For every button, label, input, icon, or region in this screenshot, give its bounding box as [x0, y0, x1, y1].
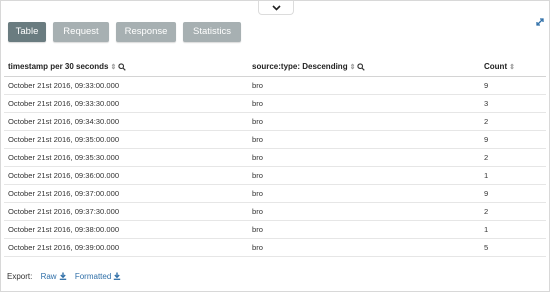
source-type-cell: bro [248, 148, 480, 167]
table-row: October 21st 2016, 09:35:30.000 bro 2 [4, 148, 546, 167]
table-row: October 21st 2016, 09:33:00.000 bro 9 [4, 76, 546, 95]
table-row: October 21st 2016, 09:36:00.000 bro 1 [4, 166, 546, 185]
data-table: timestamp per 30 seconds ⇕ source:type: D… [4, 56, 546, 257]
export-bar: Export: Raw Formatted [7, 272, 121, 281]
visualization-panel: Table Request Response Statistics timest… [0, 0, 550, 292]
timestamp-cell: October 21st 2016, 09:37:00.000 [4, 184, 248, 203]
source-type-cell: bro [248, 238, 480, 257]
download-icon [114, 272, 121, 280]
column-header-label: Count [484, 61, 508, 71]
table-row: October 21st 2016, 09:33:30.000 bro 3 [4, 94, 546, 113]
tab-request[interactable]: Request [53, 22, 109, 42]
expand-icon[interactable] [535, 17, 545, 27]
timestamp-cell: October 21st 2016, 09:35:00.000 [4, 130, 248, 149]
timestamp-cell: October 21st 2016, 09:33:30.000 [4, 94, 248, 113]
source-type-cell: bro [248, 166, 480, 185]
timestamp-cell: October 21st 2016, 09:34:30.000 [4, 112, 248, 131]
count-cell: 9 [480, 184, 546, 203]
tab-statistics[interactable]: Statistics [183, 22, 241, 42]
download-icon [59, 272, 66, 280]
table-row: October 21st 2016, 09:39:00.000 bro 5 [4, 238, 546, 257]
timestamp-cell: October 21st 2016, 09:38:00.000 [4, 220, 248, 239]
column-header-timestamp[interactable]: timestamp per 30 seconds ⇕ [4, 56, 248, 77]
export-formatted-link[interactable]: Formatted [75, 272, 121, 281]
table-header-row: timestamp per 30 seconds ⇕ source:type: D… [4, 56, 546, 77]
table-row: October 21st 2016, 09:38:00.000 bro 1 [4, 220, 546, 239]
column-header-count[interactable]: Count ⇕ [480, 56, 546, 77]
chevron-down-icon [271, 4, 281, 11]
table-row: October 21st 2016, 09:34:30.000 bro 2 [4, 112, 546, 131]
count-cell: 1 [480, 220, 546, 239]
source-type-cell: bro [248, 202, 480, 221]
sort-icon[interactable]: ⇕ [350, 64, 356, 71]
timestamp-cell: October 21st 2016, 09:35:30.000 [4, 148, 248, 167]
source-type-cell: bro [248, 184, 480, 203]
count-cell: 2 [480, 202, 546, 221]
column-header-label: source:type: Descending [252, 61, 348, 71]
export-formatted-label: Formatted [74, 272, 112, 281]
source-type-cell: bro [248, 112, 480, 131]
magnifier-icon[interactable] [118, 62, 127, 71]
tab-response[interactable]: Response [116, 22, 176, 42]
count-cell: 9 [480, 76, 546, 95]
timestamp-cell: October 21st 2016, 09:36:00.000 [4, 166, 248, 185]
magnifier-icon[interactable] [357, 62, 366, 71]
source-type-cell: bro [248, 94, 480, 113]
table-row: October 21st 2016, 09:37:00.000 bro 9 [4, 184, 546, 203]
timestamp-cell: October 21st 2016, 09:33:00.000 [4, 76, 248, 95]
timestamp-cell: October 21st 2016, 09:39:00.000 [4, 238, 248, 257]
export-label: Export: [7, 272, 33, 281]
timestamp-cell: October 21st 2016, 09:37:30.000 [4, 202, 248, 221]
tab-bar: Table Request Response Statistics [8, 22, 241, 42]
count-cell: 1 [480, 166, 546, 185]
count-cell: 3 [480, 94, 546, 113]
count-cell: 5 [480, 238, 546, 257]
source-type-cell: bro [248, 220, 480, 239]
sort-icon[interactable]: ⇕ [509, 64, 515, 71]
collapse-toggle[interactable] [258, 1, 294, 15]
sort-icon[interactable]: ⇕ [110, 64, 116, 71]
export-raw-link[interactable]: Raw [41, 272, 67, 281]
source-type-cell: bro [248, 76, 480, 95]
source-type-cell: bro [248, 130, 480, 149]
count-cell: 2 [480, 148, 546, 167]
count-cell: 9 [480, 130, 546, 149]
export-raw-label: Raw [40, 272, 57, 281]
table-row: October 21st 2016, 09:35:00.000 bro 9 [4, 130, 546, 149]
count-cell: 2 [480, 112, 546, 131]
column-header-source-type[interactable]: source:type: Descending ⇕ [248, 56, 480, 77]
tab-table[interactable]: Table [8, 22, 46, 42]
table-row: October 21st 2016, 09:37:30.000 bro 2 [4, 202, 546, 221]
column-header-label: timestamp per 30 seconds [8, 61, 109, 71]
